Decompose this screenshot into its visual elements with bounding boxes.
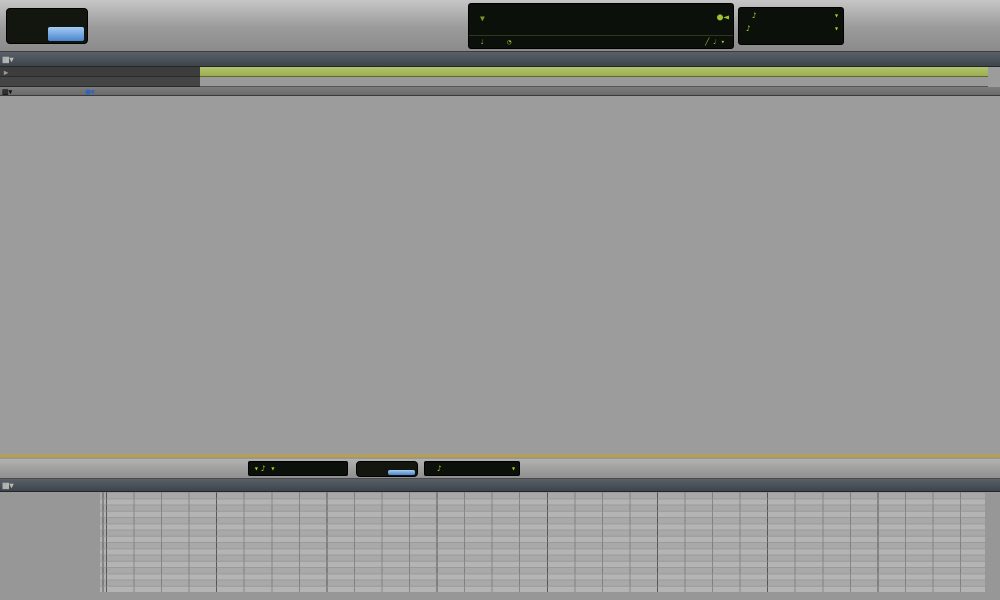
markers-ruler-strip[interactable] [200,77,988,87]
note-icon: ♩ [480,38,484,46]
midi-mode-shuffle[interactable] [359,463,387,469]
nudge-note-icon: ♪ [746,24,751,33]
midi-track-selector[interactable]: ▾ ♪ ▾ [248,461,348,476]
midi-editor-pane: ▾ ♪ ▾ ♪ ▾ ▦▾ [0,455,1000,600]
midi-mode-spot[interactable] [388,463,416,469]
piano-roll[interactable] [100,492,985,592]
tempo-expander[interactable]: ▸ [4,68,8,77]
main-toolbar: ▼ ●◄ ♩ ◔ ╱ ♩ ▾ [0,0,1000,52]
pencil-mini-icon: ╱ [705,38,709,46]
midi-mode-grid[interactable] [388,470,416,476]
track-columns-header: ▥▾ ◉▾ [0,87,1000,96]
mode-grid[interactable] [48,27,85,42]
main-counter[interactable]: ▼ [477,7,484,28]
mode-shuffle[interactable] [10,11,47,26]
midi-mode-slip[interactable] [359,470,387,476]
timeline-lanes [200,96,988,455]
midi-editor-toolbar: ▾ ♪ ▾ ♪ ▾ [0,459,1000,479]
monitor-icons[interactable]: ●◄ [717,12,729,23]
midi-edit-mode-panel [356,461,418,477]
ruler-menu-icon[interactable]: ▦▾ [2,55,14,64]
midi-editor-ruler[interactable]: ▦▾ [0,479,1000,492]
tempo-ruler-label[interactable]: ▸ [0,67,200,77]
midi-grid-panel[interactable]: ♪ ▾ [424,461,520,476]
edit-mode-panel [6,8,88,44]
tempo-ruler-strip[interactable] [200,67,988,77]
edit-window: ▦▾ ▸ ▥▾ ◉▾ [0,52,1000,455]
note-value-icon[interactable]: ♪ ▾ [261,464,275,473]
pro-tools-edit-window: ▼ ●◄ ♩ ◔ ╱ ♩ ▾ [0,0,1000,600]
grid-note-icon: ♪ [752,11,757,20]
mode-spot[interactable] [48,11,85,26]
tracks-area [0,96,1000,455]
link-icon[interactable]: ◉▾ [85,88,95,96]
grid-nudge-panel: ♪ ▾ ♪ ▾ [738,7,844,45]
tracklist-menu-icon[interactable]: ▥▾ [2,88,12,96]
track-list [0,96,200,455]
timer-icon: ◔ [507,38,511,46]
midi-grid-note-icon: ♪ [437,464,442,473]
main-counter-panel: ▼ ●◄ ♩ ◔ ╱ ♩ ▾ [468,3,734,49]
bars-beats-ruler[interactable]: ▦▾ [0,52,1000,67]
mode-slip[interactable] [10,27,47,42]
beat-note-icon: ♩ ▾ [712,38,725,46]
midi-ruler-menu-icon[interactable]: ▦▾ [2,481,14,490]
markers-ruler-label[interactable] [0,77,200,87]
